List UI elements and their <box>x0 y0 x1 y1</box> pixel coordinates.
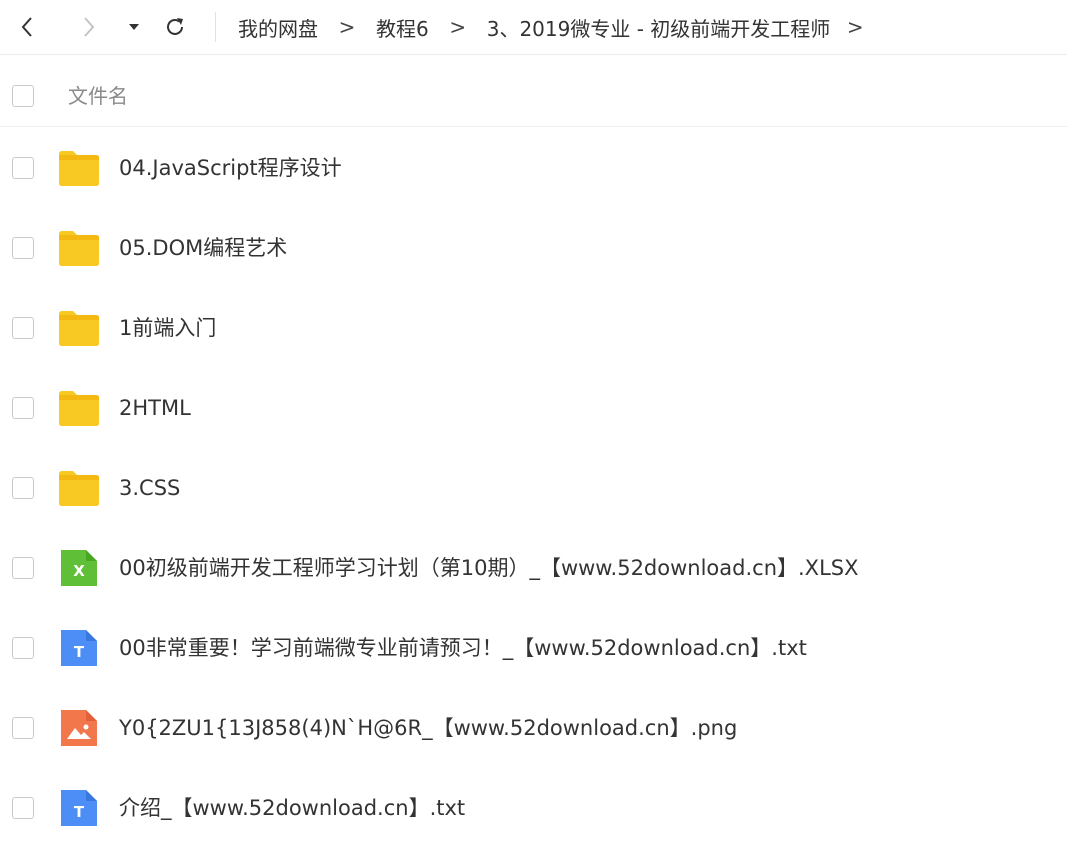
breadcrumb-separator: > <box>449 15 467 39</box>
navigation-toolbar: 我的网盘 > 教程6 > 3、2019微专业 - 初级前端开发工程师 > <box>0 0 1067 55</box>
file-list: 04.JavaScript程序设计 05.DOM编程艺术 1前端入门 2HTML <box>0 128 1067 848</box>
svg-text:X: X <box>73 562 85 580</box>
svg-text:T: T <box>74 803 85 821</box>
breadcrumb-item-root[interactable]: 我的网盘 <box>238 13 318 42</box>
folder-icon <box>59 151 99 186</box>
file-row[interactable]: T 00非常重要！学习前端微专业前请预习！_【www.52download.cn… <box>0 608 1067 688</box>
file-name[interactable]: 05.DOM编程艺术 <box>119 208 287 288</box>
file-row[interactable]: X 00初级前端开发工程师学习计划（第10期）_【www.52download.… <box>0 528 1067 608</box>
folder-icon <box>59 391 99 426</box>
file-name[interactable]: 00非常重要！学习前端微专业前请预习！_【www.52download.cn】.… <box>119 608 807 688</box>
file-name[interactable]: 2HTML <box>119 368 191 448</box>
file-name[interactable]: Y0{2ZU1{13J858(4)N`H@6R_【www.52download.… <box>119 688 737 768</box>
file-name[interactable]: 1前端入门 <box>119 288 216 368</box>
file-name[interactable]: 00初级前端开发工程师学习计划（第10期）_【www.52download.cn… <box>119 528 859 608</box>
forward-button[interactable] <box>74 10 104 44</box>
folder-icon <box>59 231 99 266</box>
row-checkbox[interactable] <box>12 637 34 659</box>
row-checkbox[interactable] <box>12 797 34 819</box>
history-dropdown-button[interactable] <box>121 10 147 44</box>
file-name[interactable]: 介绍_【www.52download.cn】.txt <box>119 768 465 848</box>
row-checkbox[interactable] <box>12 557 34 579</box>
file-row[interactable]: 3.CSS <box>0 448 1067 528</box>
breadcrumb-item-tutorial[interactable]: 教程6 <box>376 13 429 42</box>
file-row[interactable]: Y0{2ZU1{13J858(4)N`H@6R_【www.52download.… <box>0 688 1067 768</box>
folder-icon <box>59 311 99 346</box>
folder-icon <box>59 471 99 506</box>
file-row[interactable]: 05.DOM编程艺术 <box>0 208 1067 288</box>
file-row[interactable]: 2HTML <box>0 368 1067 448</box>
text-file-icon: T <box>61 630 97 666</box>
row-checkbox[interactable] <box>12 477 34 499</box>
excel-file-icon: X <box>61 550 97 586</box>
breadcrumb-separator: > <box>846 15 864 39</box>
refresh-button[interactable] <box>160 10 190 44</box>
back-button[interactable] <box>12 10 42 44</box>
row-checkbox[interactable] <box>12 317 34 339</box>
chevron-left-icon <box>21 17 32 37</box>
breadcrumb-separator: > <box>338 15 356 39</box>
file-row[interactable]: 1前端入门 <box>0 288 1067 368</box>
breadcrumb: 我的网盘 > 教程6 > 3、2019微专业 - 初级前端开发工程师 > <box>238 0 880 54</box>
column-header-filename[interactable]: 文件名 <box>68 66 128 126</box>
file-name[interactable]: 04.JavaScript程序设计 <box>119 128 342 208</box>
file-list-header: 文件名 <box>0 66 1067 127</box>
file-row[interactable]: 04.JavaScript程序设计 <box>0 128 1067 208</box>
file-name[interactable]: 3.CSS <box>119 448 180 528</box>
breadcrumb-item-current[interactable]: 3、2019微专业 - 初级前端开发工程师 <box>487 13 831 42</box>
row-checkbox[interactable] <box>12 397 34 419</box>
row-checkbox[interactable] <box>12 237 34 259</box>
toolbar-divider <box>215 12 216 42</box>
svg-text:T: T <box>74 643 85 661</box>
text-file-icon: T <box>61 790 97 826</box>
refresh-icon <box>167 18 183 35</box>
image-file-icon <box>61 710 97 746</box>
row-checkbox[interactable] <box>12 717 34 739</box>
select-all-checkbox[interactable] <box>12 85 34 107</box>
caret-down-icon <box>129 24 139 30</box>
row-checkbox[interactable] <box>12 157 34 179</box>
chevron-right-icon <box>84 17 95 37</box>
file-row[interactable]: T 介绍_【www.52download.cn】.txt <box>0 768 1067 848</box>
